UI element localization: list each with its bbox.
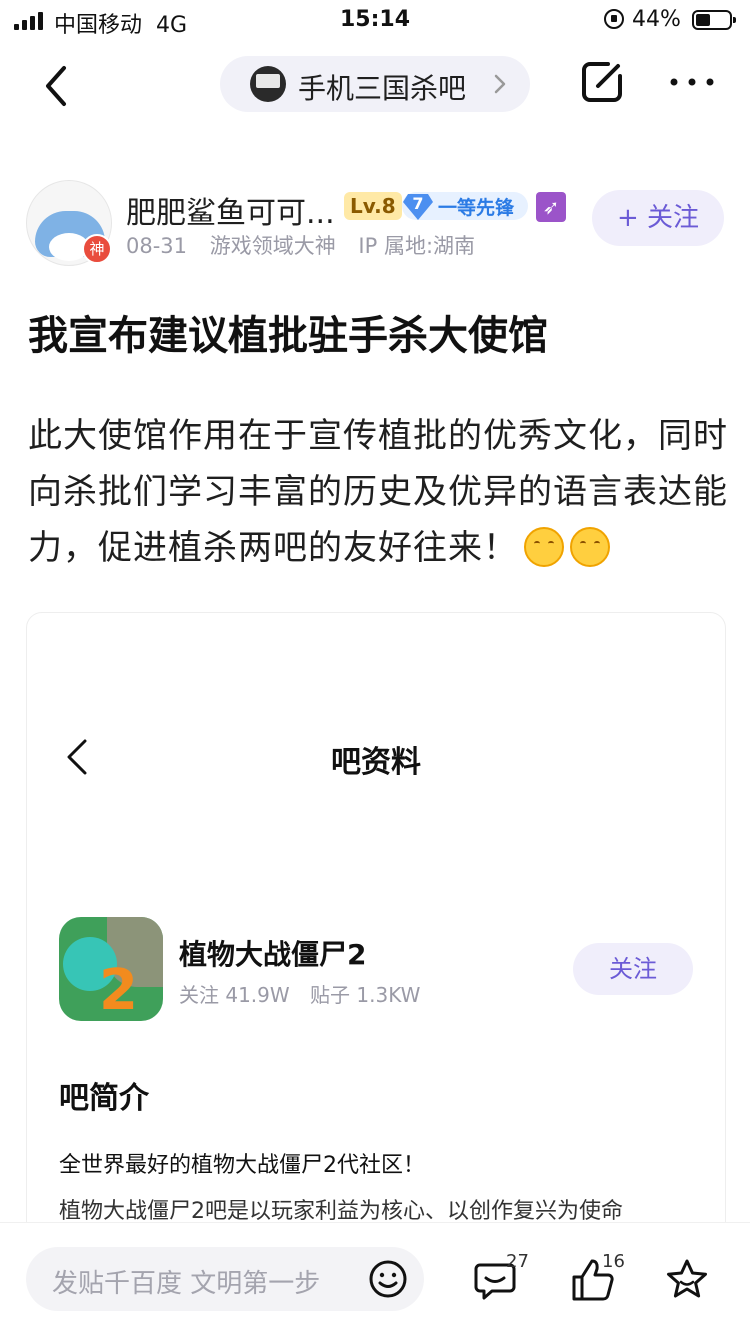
forum-avatar [250, 66, 286, 102]
followers-count: 关注 41.9W [179, 983, 290, 1007]
post-body: 此大使馆作用在于宣传植批的优秀文化，同时向杀批们学习丰富的历史及优异的语言表达能… [28, 408, 728, 576]
author-meta: 08-31 游戏领域大神 IP 属地:湖南 [126, 230, 491, 260]
follow-button[interactable]: + 关注 [592, 190, 724, 246]
sagittarius-icon: ➶ [536, 192, 566, 222]
author-honor: 游戏领域大神 [209, 234, 336, 258]
author-name[interactable]: 肥肥鲨鱼可可... [126, 188, 335, 232]
status-bar: 中国移动 4G 15:14 44% [0, 0, 750, 42]
bottom-bar: 发贴千百度 文明第一步 27 16 [0, 1222, 750, 1335]
more-icon [670, 78, 714, 86]
ip-location: IP 属地:湖南 [358, 234, 476, 258]
pvz-forum-icon: 2 [59, 917, 163, 1021]
post-image[interactable]: 吧资料 2 植物大战僵尸2 关注 41.9W 贴子 1.3KW 关注 吧简介 全… [26, 612, 726, 1254]
god-badge: 神 [82, 234, 112, 264]
embedded-forum-stats: 关注 41.9W 贴子 1.3KW [179, 979, 434, 1008]
posts-count: 贴子 1.3KW [310, 983, 421, 1007]
post-title: 我宣布建议植批驻手杀大使馆 [28, 313, 548, 359]
chevron-left-icon [46, 66, 66, 106]
reply-input[interactable]: 发贴千百度 文明第一步 [26, 1247, 424, 1311]
back-button[interactable] [40, 64, 80, 108]
post-body-text: 此大使馆作用在于宣传植批的优秀文化，同时向杀批们学习丰富的历史及优异的语言表达能… [28, 416, 728, 568]
level-badge: Lv.8 [344, 192, 402, 220]
orientation-lock-icon [604, 9, 624, 29]
comment-count: 27 [506, 1251, 529, 1272]
rank-badge: 7 一等先锋 [402, 192, 528, 220]
intro-heading: 吧简介 [59, 1081, 149, 1116]
intro-line-2: 植物大战僵尸2吧是以玩家利益为核心、以创作复兴为使命 [59, 1199, 623, 1224]
edit-button[interactable] [578, 58, 626, 106]
embedded-follow-button: 关注 [573, 943, 693, 995]
rank-title: 一等先锋 [438, 197, 515, 219]
smile-emoji-icon [570, 527, 610, 567]
smile-emoji-icon [524, 527, 564, 567]
more-button[interactable] [668, 70, 716, 94]
forum-link[interactable]: 手机三国杀吧 [220, 56, 530, 112]
battery-icon [692, 10, 736, 30]
like-count: 16 [602, 1251, 625, 1272]
forum-name: 手机三国杀吧 [298, 72, 467, 105]
chevron-right-icon [494, 74, 506, 94]
embedded-forum-name: 植物大战僵尸2 [179, 938, 367, 971]
star-icon[interactable] [664, 1257, 710, 1303]
battery-percent: 44% [632, 7, 681, 32]
reply-placeholder: 发贴千百度 文明第一步 [52, 1269, 321, 1299]
intro-line-1: 全世界最好的植物大战僵尸2代社区！ [59, 1153, 425, 1178]
rank-number: 7 [412, 194, 424, 213]
edit-icon [582, 62, 622, 102]
embedded-page-title: 吧资料 [331, 745, 421, 780]
post-date: 08-31 [126, 234, 188, 258]
emoji-icon[interactable] [368, 1259, 408, 1299]
